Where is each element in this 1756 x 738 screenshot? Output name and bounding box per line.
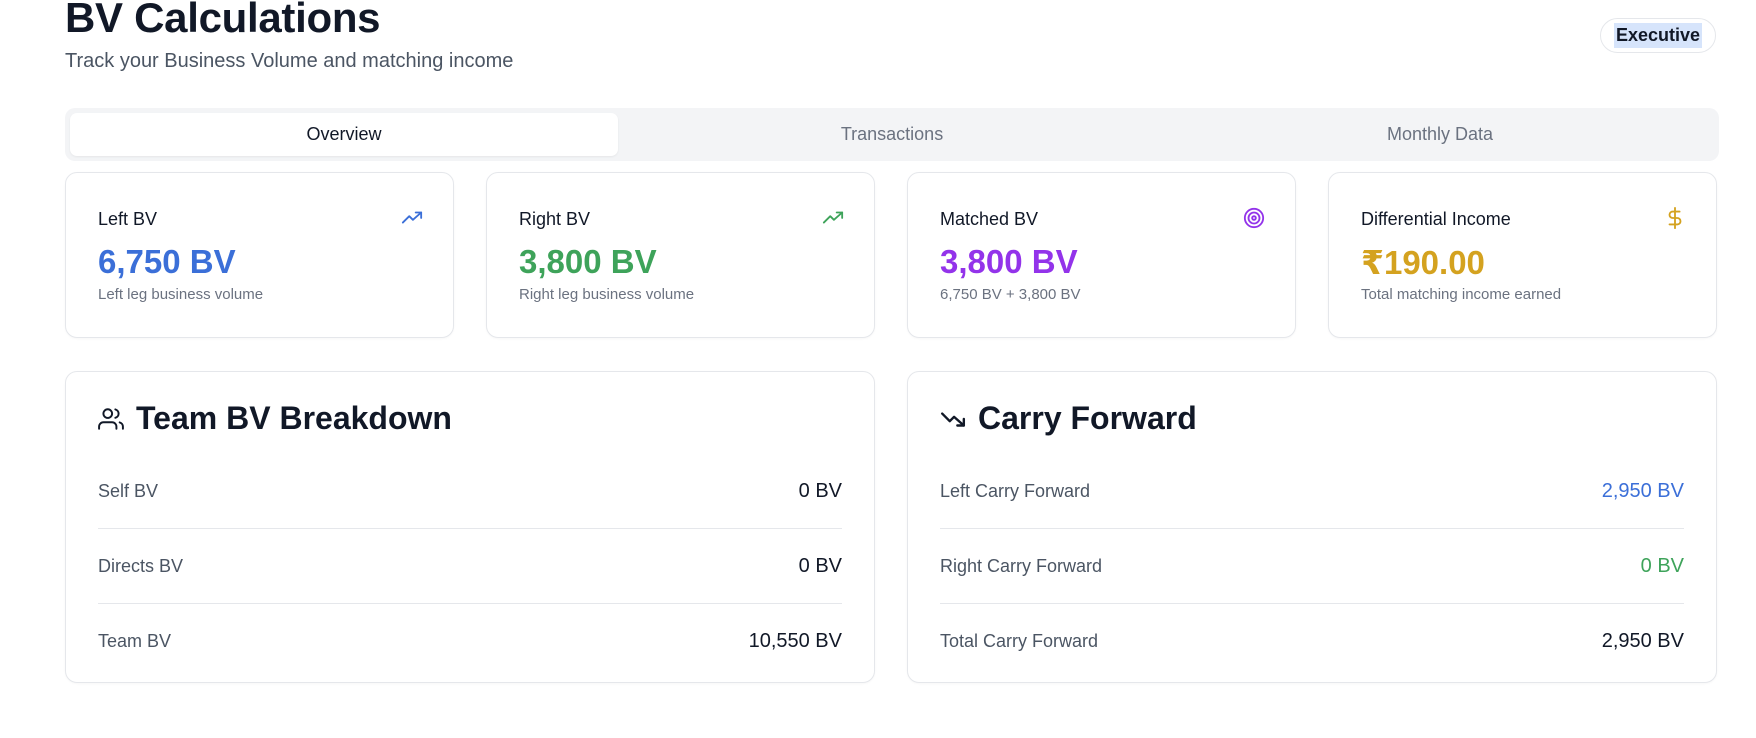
panel-title: Carry Forward <box>978 400 1197 436</box>
carry-forward-row: Total Carry Forward 2,950 BV <box>940 604 1684 679</box>
breakdown-row: Team BV 10,550 BV <box>98 604 842 679</box>
row-label: Total Carry Forward <box>940 631 1099 651</box>
stat-card-left-bv: Left BV 6,750 BV Left leg business volum… <box>65 172 454 338</box>
row-value: 2,950 BV <box>1601 479 1684 502</box>
breakdown-row: Directs BV 0 BV <box>98 529 842 604</box>
trending-up-icon <box>401 211 423 224</box>
carry-forward-row: Left Carry Forward 2,950 BV <box>940 454 1684 529</box>
rank-badge[interactable]: Executive <box>1600 18 1717 53</box>
page-title: BV Calculations <box>65 0 381 41</box>
stat-card-differential-income: Differential Income ₹190.00 Total matchi… <box>1328 172 1717 338</box>
carry-forward-row: Right Carry Forward 0 BV <box>940 529 1684 604</box>
stat-description: Right leg business volume <box>519 286 695 303</box>
row-label: Team BV <box>98 631 172 651</box>
breakdown-row: Self BV 0 BV <box>98 454 842 529</box>
stat-value: ₹190.00 <box>1361 244 1485 281</box>
trending-up-icon <box>822 211 844 224</box>
stat-label: Right BV <box>519 209 591 229</box>
stat-card-matched-bv: Matched BV 3,800 BV 6,750 BV + 3,800 BV <box>907 172 1296 338</box>
row-label: Left Carry Forward <box>940 480 1091 501</box>
tab-monthly-data[interactable]: Monthly Data <box>1166 113 1714 156</box>
stat-label: Left BV <box>98 209 158 229</box>
tab-transactions[interactable]: Transactions <box>618 113 1166 156</box>
stat-description: Total matching income earned <box>1361 286 1562 303</box>
row-value: 10,550 BV <box>748 630 842 652</box>
stat-label: Differential Income <box>1361 209 1511 229</box>
stat-card-right-bv: Right BV 3,800 BV Right leg business vol… <box>486 172 875 338</box>
target-icon <box>1243 207 1265 229</box>
stat-value: 3,800 BV <box>940 243 1078 280</box>
row-value: 2,950 BV <box>1601 630 1684 652</box>
stat-label: Matched BV <box>940 209 1039 229</box>
row-value: 0 BV <box>798 554 842 577</box>
team-bv-breakdown-panel: Team BV Breakdown Self BV 0 BV Directs B… <box>65 371 875 683</box>
trending-down-icon <box>940 411 966 427</box>
tab-overview[interactable]: Overview <box>70 113 618 156</box>
stat-value: 6,750 BV <box>98 243 236 280</box>
panel-title: Team BV Breakdown <box>136 400 452 436</box>
row-label: Right Carry Forward <box>940 555 1103 576</box>
row-value: 0 BV <box>798 479 842 502</box>
row-label: Directs BV <box>98 555 184 576</box>
stat-value: 3,800 BV <box>519 243 657 280</box>
row-label: Self BV <box>98 480 159 501</box>
carry-forward-panel: Carry Forward Left Carry Forward 2,950 B… <box>907 371 1717 683</box>
stat-description: 6,750 BV + 3,800 BV <box>940 286 1081 303</box>
dollar-icon <box>1668 207 1682 229</box>
page-subtitle: Track your Business Volume and matching … <box>65 50 514 72</box>
tab-bar: Overview Transactions Monthly Data <box>65 108 1719 161</box>
users-icon <box>98 407 124 430</box>
rank-badge-label: Executive <box>1614 23 1703 48</box>
stat-description: Left leg business volume <box>98 286 264 303</box>
row-value: 0 BV <box>1640 554 1684 577</box>
